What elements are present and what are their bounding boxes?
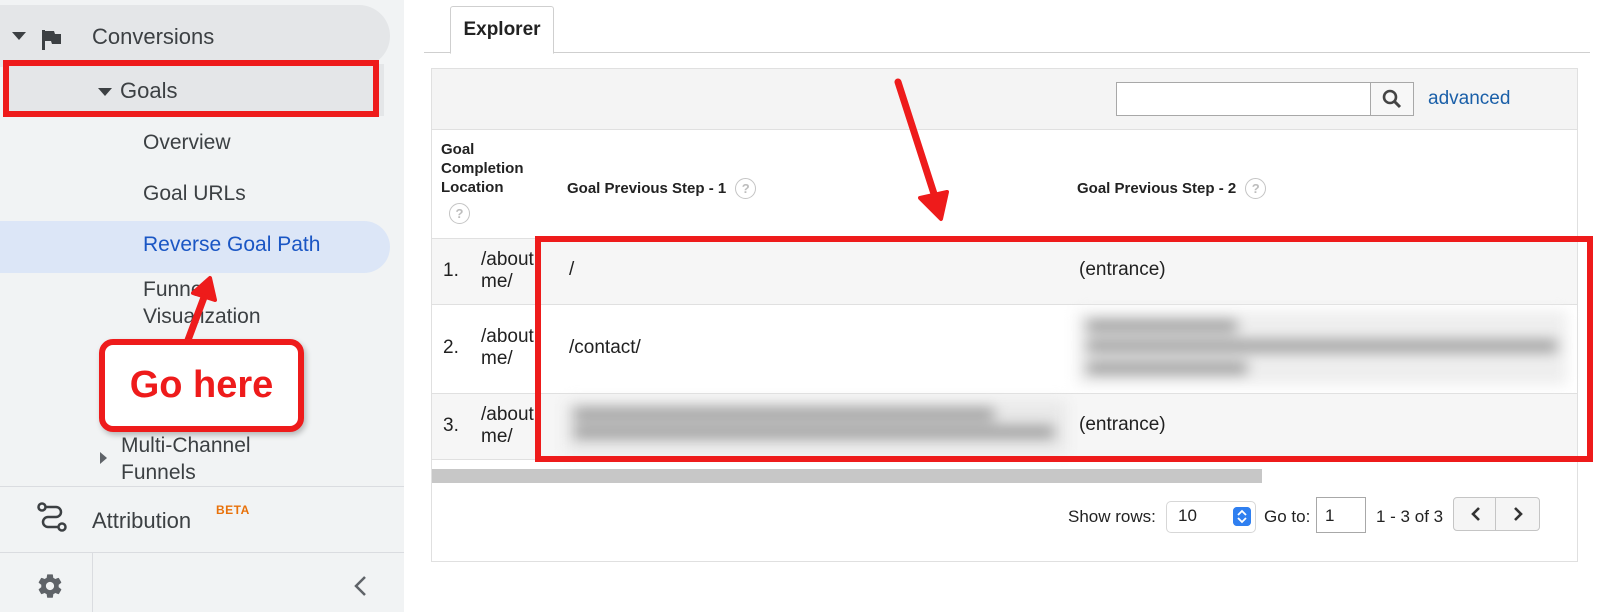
blurred-cell-step-2 bbox=[1077, 311, 1567, 385]
column-header-goal-previous-step-1[interactable]: Goal Previous Step - 1 ? bbox=[567, 178, 757, 199]
nav-attribution[interactable]: Attribution BETA bbox=[0, 492, 404, 542]
help-icon[interactable]: ? bbox=[449, 203, 470, 224]
sidebar-item-funnel-visualization[interactable]: Funnel Visualization bbox=[143, 276, 261, 330]
column-header-label: Goal Completion Location bbox=[441, 141, 524, 196]
horizontal-scrollbar[interactable] bbox=[432, 469, 1262, 483]
gear-icon[interactable] bbox=[36, 572, 64, 600]
cell-step-2[interactable]: (entrance) bbox=[1079, 259, 1166, 281]
goto-label: Go to: bbox=[1264, 507, 1311, 526]
nav-conversions-label: Conversions bbox=[92, 24, 215, 49]
row-index: 1. bbox=[443, 260, 459, 281]
sidebar-item-overview[interactable]: Overview bbox=[143, 131, 231, 155]
divider bbox=[0, 486, 404, 487]
sidebar: Conversions Goals Overview Goal URLs Rev… bbox=[0, 0, 404, 612]
goto-page-input[interactable]: 1 bbox=[1316, 497, 1366, 533]
chevron-left-icon bbox=[1470, 507, 1480, 521]
table-header: Goal Completion Location ? Goal Previous… bbox=[432, 130, 1577, 239]
table-row: 1. /about me/ / (entrance) bbox=[432, 239, 1577, 305]
next-page-button[interactable] bbox=[1495, 497, 1540, 531]
goto-page-value: 1 bbox=[1325, 506, 1335, 525]
nav-goals[interactable]: Goals bbox=[4, 64, 384, 116]
table-toolbar: advanced bbox=[432, 69, 1577, 130]
column-header-label: Goal Previous Step - 1 bbox=[567, 180, 727, 197]
row-index: 3. bbox=[443, 415, 459, 436]
cell-step-2[interactable]: (entrance) bbox=[1079, 414, 1166, 436]
report-table: advanced Goal Completion Location ? Goal… bbox=[431, 68, 1578, 562]
tab-bar: Explorer bbox=[424, 0, 1590, 54]
caret-right-icon bbox=[100, 452, 107, 464]
rows-per-page-value: 10 bbox=[1178, 506, 1197, 525]
advanced-link[interactable]: advanced bbox=[1428, 88, 1510, 110]
search-icon bbox=[1382, 89, 1402, 109]
divider bbox=[92, 552, 93, 612]
help-icon[interactable]: ? bbox=[1245, 178, 1267, 199]
chevron-right-icon bbox=[1513, 507, 1523, 521]
show-rows-label: Show rows: bbox=[1068, 507, 1156, 526]
column-header-goal-previous-step-2[interactable]: Goal Previous Step - 2 ? bbox=[1077, 178, 1267, 199]
cell-location[interactable]: /about me/ bbox=[481, 249, 541, 293]
rows-per-page-select[interactable]: 10 bbox=[1166, 501, 1256, 533]
previous-page-button[interactable] bbox=[1453, 497, 1498, 531]
main-content: Explorer advanced Goal Completion Locati… bbox=[404, 0, 1600, 612]
tab-explorer[interactable]: Explorer bbox=[450, 6, 554, 54]
sidebar-item-goal-urls[interactable]: Goal URLs bbox=[143, 182, 246, 206]
column-header-goal-completion-location[interactable]: Goal Completion Location ? bbox=[441, 140, 551, 224]
table-row: 2. /about me/ /contact/ bbox=[432, 305, 1577, 394]
beta-badge: BETA bbox=[216, 503, 250, 517]
sidebar-item-reverse-goal-path[interactable]: Reverse Goal Path bbox=[0, 221, 390, 273]
help-icon[interactable]: ? bbox=[735, 178, 757, 199]
callout-text: Go here bbox=[129, 364, 274, 406]
caret-down-icon bbox=[12, 32, 26, 40]
caret-down-icon bbox=[98, 88, 112, 96]
select-arrows-icon bbox=[1233, 507, 1251, 526]
blurred-cell-step-1 bbox=[566, 401, 1066, 453]
pagination: Show rows: 10 Go to: 1 1 - 3 of 3 bbox=[432, 497, 1577, 543]
cell-location[interactable]: /about me/ bbox=[481, 326, 541, 370]
chevron-left-icon[interactable] bbox=[350, 574, 372, 598]
page-range: 1 - 3 of 3 bbox=[1376, 507, 1444, 526]
cell-step-1[interactable]: / bbox=[569, 259, 574, 281]
cell-step-1[interactable]: /contact/ bbox=[569, 337, 641, 359]
search-button[interactable] bbox=[1370, 82, 1414, 116]
divider bbox=[0, 552, 404, 553]
nav-multi-channel-label: Multi-Channel Funnels bbox=[121, 434, 251, 484]
nav-attribution-label: Attribution bbox=[92, 508, 192, 533]
nav-conversions[interactable]: Conversions bbox=[0, 5, 390, 67]
nav-goals-label: Goals bbox=[120, 78, 178, 103]
column-header-label: Goal Previous Step - 2 bbox=[1077, 180, 1237, 197]
table-row: 3. /about me/ (entrance) bbox=[432, 394, 1577, 460]
callout-box: Go here bbox=[99, 339, 304, 432]
cell-location[interactable]: /about me/ bbox=[481, 404, 541, 448]
row-index: 2. bbox=[443, 337, 459, 358]
search-input[interactable] bbox=[1116, 82, 1371, 116]
flag-icon bbox=[42, 30, 61, 50]
attribution-icon bbox=[37, 502, 67, 532]
sidebar-item-label: Reverse Goal Path bbox=[143, 233, 321, 256]
